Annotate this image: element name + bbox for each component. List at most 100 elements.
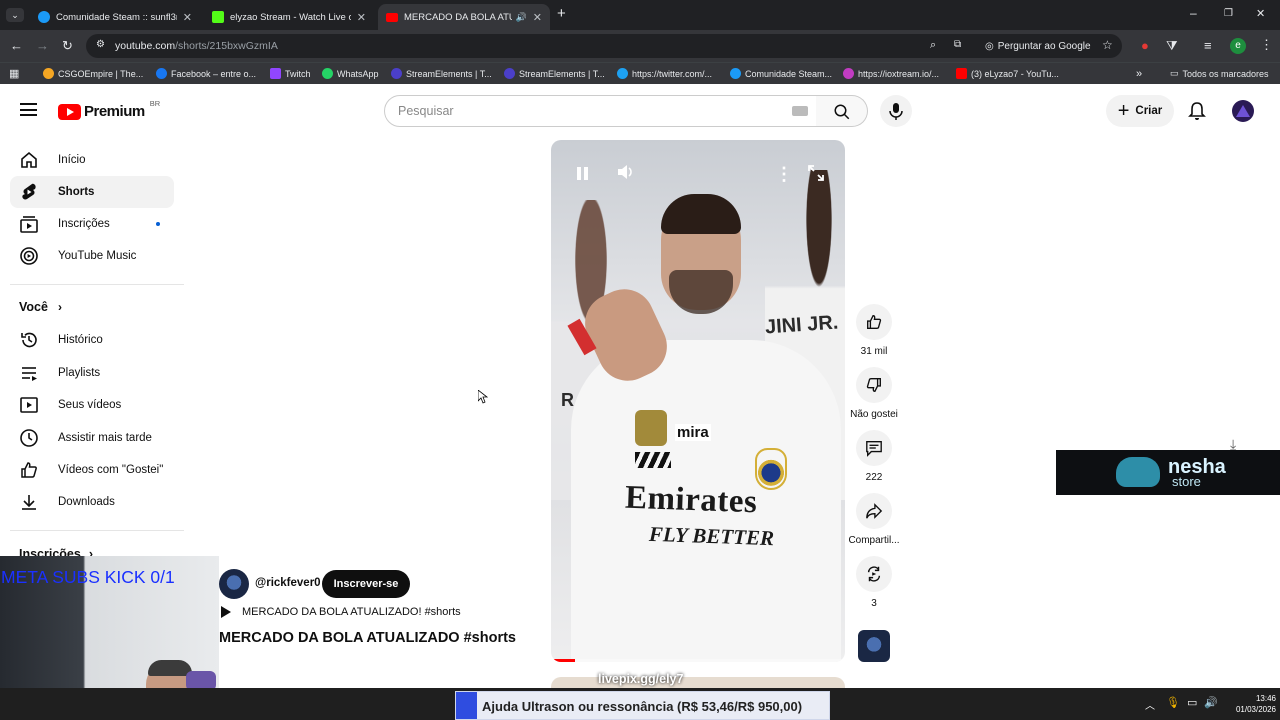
- adidas-logo-icon: [635, 452, 671, 468]
- clock-date: 01/03/2026: [1235, 705, 1276, 714]
- sidebar-item-liked-videos[interactable]: Vídeos com "Gostei": [10, 454, 174, 486]
- keyboard-icon[interactable]: [792, 106, 808, 116]
- bookmark-steam-community[interactable]: Comunidade Steam...: [730, 68, 832, 79]
- share-button[interactable]: [856, 493, 892, 529]
- jersey-slogan: FLY BETTER: [648, 521, 775, 551]
- sidebar-item-downloads[interactable]: Downloads: [10, 486, 174, 518]
- tray-chevron-icon[interactable]: ︿: [1145, 697, 1155, 712]
- chrome-menu-icon[interactable]: ⋮: [1260, 38, 1273, 52]
- sidebar-item-history[interactable]: Histórico: [10, 324, 174, 356]
- short-title: MERCADO DA BOLA ATUALIZADO #shorts: [219, 630, 516, 646]
- close-tab-icon[interactable]: ✕: [357, 11, 366, 24]
- volume-button[interactable]: [615, 162, 639, 186]
- bookmark-streamelements-2[interactable]: StreamElements | T...: [504, 68, 605, 79]
- search-box[interactable]: Pesquisar: [384, 95, 817, 127]
- sidebar-item-playlists[interactable]: Playlists: [10, 357, 174, 389]
- system-clock[interactable]: 13:46 01/03/2026: [1220, 693, 1276, 715]
- address-bar[interactable]: ⚙ youtube.com/shorts/215bxwGzmIA ⌕ ⧉ ◎ P…: [86, 34, 1122, 58]
- extensions-icon[interactable]: ⧩: [1166, 39, 1178, 53]
- like-button[interactable]: [856, 304, 892, 340]
- sidebar-item-watch-later[interactable]: Assistir mais tarde: [10, 422, 174, 454]
- bookmark-whatsapp[interactable]: WhatsApp: [322, 68, 379, 79]
- sound-source-thumbnail[interactable]: [858, 630, 890, 662]
- next-short-preview[interactable]: [551, 677, 845, 688]
- bookmarks-bar: ▦ CSGOEmpire | The... Facebook – entre o…: [0, 62, 1280, 84]
- close-tab-icon[interactable]: ✕: [183, 11, 192, 24]
- playlists-icon: [22, 367, 37, 381]
- sidebar-item-your-videos[interactable]: Seus vídeos: [10, 389, 174, 421]
- create-button[interactable]: + Criar: [1106, 95, 1174, 127]
- video-progress-bar[interactable]: [551, 659, 845, 662]
- apps-grid-icon[interactable]: ▦: [9, 67, 19, 81]
- lens-icon: ◎: [985, 40, 994, 52]
- tab-search-icon[interactable]: ⌄: [6, 8, 24, 22]
- bookmark-facebook[interactable]: Facebook – entre o...: [156, 68, 256, 79]
- fullscreen-icon[interactable]: [807, 164, 825, 182]
- restore-window-icon[interactable]: ❐: [1224, 7, 1233, 21]
- media-controls-icon[interactable]: ≡: [1204, 39, 1212, 53]
- ioxtream-icon: [843, 68, 854, 79]
- more-options-icon[interactable]: ⋮: [775, 164, 793, 185]
- menu-icon[interactable]: [20, 103, 37, 116]
- close-tab-icon[interactable]: ✕: [533, 11, 542, 24]
- channel-avatar[interactable]: [1232, 100, 1254, 122]
- real-madrid-crest-icon: [755, 448, 787, 490]
- dislike-label: Não gostei: [850, 409, 898, 420]
- network-tray-icon[interactable]: ▭: [1187, 696, 1197, 709]
- site-info-icon[interactable]: ⚙: [96, 39, 105, 50]
- remix-icon: [867, 566, 881, 582]
- subs-goal-text: META SUBS KICK 0/1: [1, 567, 175, 587]
- install-app-icon[interactable]: ⧉: [954, 39, 961, 50]
- remix-button[interactable]: [856, 556, 892, 592]
- shorts-video-player[interactable]: RAPA JINI JR. mira Emirates FLY BETTER ⋮: [551, 140, 845, 662]
- volume-tray-icon[interactable]: 🔊: [1204, 696, 1218, 709]
- bookmark-ioxtream[interactable]: https://ioxtream.io/...: [843, 68, 939, 79]
- extension-red-icon[interactable]: ●: [1141, 39, 1149, 53]
- zoom-icon[interactable]: ⌕: [930, 39, 936, 52]
- microphone-tray-icon[interactable]: 🎙: [1166, 696, 1180, 709]
- comments-button[interactable]: [856, 430, 892, 466]
- ask-google-button[interactable]: ◎ Perguntar ao Google: [979, 37, 1097, 55]
- notifications-bell-icon[interactable]: [1188, 101, 1206, 121]
- sidebar-item-shorts[interactable]: Shorts: [10, 176, 174, 208]
- reload-icon[interactable]: ↻: [62, 39, 73, 53]
- search-button[interactable]: [816, 95, 868, 127]
- browser-toolbar: ← → ↻ ⚙ youtube.com/shorts/215bxwGzmIA ⌕…: [0, 30, 1280, 62]
- tab-steam[interactable]: Comunidade Steam :: sunfl3rza ✕: [30, 4, 200, 30]
- bookmark-youtube-channel[interactable]: (3) eLyzao7 - YouTu...: [956, 68, 1059, 79]
- youtube-play-logo-icon: [58, 103, 81, 120]
- youtube-premium-logo[interactable]: Premium BR: [58, 99, 160, 120]
- tab-youtube-active[interactable]: MERCADO DA BOLA ATUAL 🔊 ✕: [378, 4, 550, 30]
- audio-playing-icon[interactable]: 🔊: [516, 12, 527, 23]
- tab-kick[interactable]: elyzao Stream - Watch Live on ✕: [204, 4, 374, 30]
- voice-search-button[interactable]: [880, 95, 912, 127]
- forward-icon[interactable]: →: [36, 39, 49, 53]
- profile-avatar[interactable]: e: [1230, 38, 1246, 54]
- browser-tab-bar: ⌄ Comunidade Steam :: sunfl3rza ✕ elyzao…: [0, 0, 1280, 30]
- all-bookmarks-folder[interactable]: ▭ Todos os marcadores: [1170, 68, 1269, 79]
- search-icon: [834, 104, 850, 120]
- music-line[interactable]: MERCADO DA BOLA ATUALIZADO! #shorts: [221, 606, 461, 618]
- sidebar-item-youtube-music[interactable]: YouTube Music: [10, 240, 174, 272]
- bookmark-csgoempire[interactable]: CSGOEmpire | The...: [43, 68, 143, 79]
- search-input[interactable]: Pesquisar: [398, 104, 454, 118]
- video-player-hair: [661, 194, 741, 234]
- bookmark-twitch[interactable]: Twitch: [270, 68, 311, 79]
- minimize-window-icon[interactable]: –: [1190, 6, 1197, 20]
- volume-icon: [618, 165, 632, 179]
- bookmark-twitter[interactable]: https://twitter.com/...: [617, 68, 712, 79]
- bookmark-star-icon[interactable]: ☆: [1102, 38, 1113, 52]
- channel-handle[interactable]: @rickfever0: [255, 577, 321, 589]
- pause-button[interactable]: [571, 162, 595, 186]
- new-tab-icon[interactable]: +: [557, 6, 566, 21]
- sidebar-item-home[interactable]: Início: [10, 144, 174, 176]
- dislike-button[interactable]: [856, 367, 892, 403]
- close-window-icon[interactable]: ✕: [1256, 7, 1265, 21]
- sidebar-item-subscriptions[interactable]: Inscrições: [10, 208, 174, 240]
- more-bookmarks-icon[interactable]: »: [1136, 67, 1142, 81]
- sidebar-you-header[interactable]: Você ›: [19, 300, 62, 314]
- bookmark-streamelements-1[interactable]: StreamElements | T...: [391, 68, 492, 79]
- back-icon[interactable]: ←: [10, 39, 23, 53]
- channel-avatar-small[interactable]: [219, 569, 249, 599]
- subscribe-button[interactable]: Inscrever-se: [322, 570, 410, 598]
